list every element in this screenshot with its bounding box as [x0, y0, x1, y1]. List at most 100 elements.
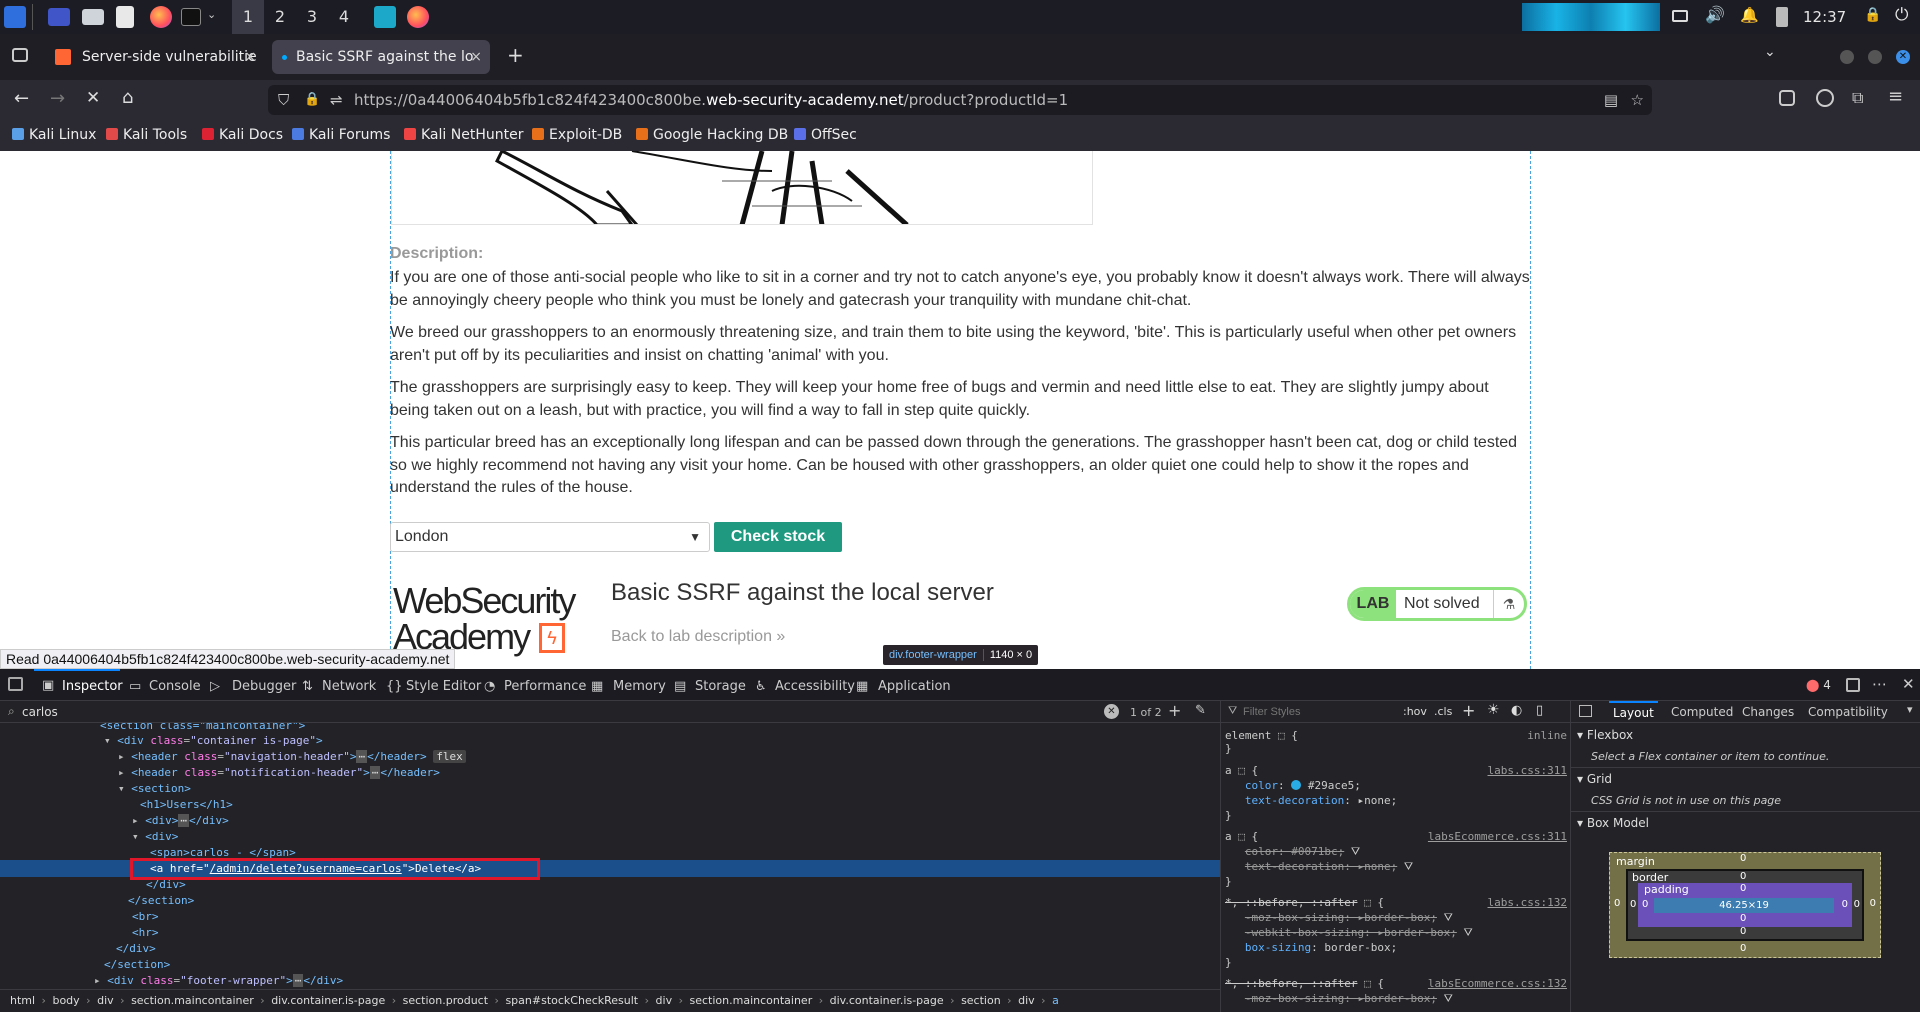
new-tab-icon[interactable]: +	[507, 43, 524, 67]
notification-bell-icon[interactable]: 🔔	[1740, 6, 1759, 24]
tree-line[interactable]: ▾ <section>	[118, 782, 191, 795]
tab-accessibility[interactable]: Accessibility	[775, 679, 855, 694]
rule-source[interactable]: inline	[1527, 729, 1567, 742]
forward-arrow-icon[interactable]: →	[50, 88, 65, 109]
light-theme-icon[interactable]: ☀	[1487, 702, 1500, 718]
tree-line[interactable]: </div>	[116, 942, 156, 955]
filter-icon[interactable]: ⛛	[1351, 845, 1360, 858]
home-icon[interactable]: ⌂	[122, 87, 133, 108]
breadcrumb-item[interactable]: section.product	[403, 994, 488, 1007]
tree-line[interactable]: <section class="maincontainer">	[100, 723, 305, 732]
list-all-tabs-icon[interactable]: ⌄	[1764, 44, 1776, 60]
back-to-lab-link[interactable]: Back to lab description »	[611, 628, 785, 646]
margin-top-value[interactable]: 0	[1740, 853, 1746, 864]
rule-a-labsecommerce[interactable]: a ⬚ {labsEcommerce.css:311 color: #0071b…	[1225, 829, 1567, 889]
delete-href[interactable]: /admin/delete?username=carlos	[210, 862, 402, 875]
stop-loading-icon[interactable]: ✕	[86, 88, 100, 108]
permissions-icon[interactable]: ⇌	[330, 85, 343, 115]
pocket-icon[interactable]	[1779, 90, 1795, 106]
maximize-button[interactable]	[1868, 50, 1882, 64]
border-left-value[interactable]: 0	[1630, 899, 1636, 910]
chevron-down-icon[interactable]: ▾	[1907, 703, 1913, 716]
url-text[interactable]: https://0a44006404b5fb1c824f423400c800be…	[354, 85, 1068, 115]
minimize-button[interactable]	[1840, 50, 1854, 64]
check-stock-button[interactable]: Check stock	[714, 522, 842, 552]
margin-bottom-value[interactable]: 0	[1740, 943, 1746, 954]
rule-element[interactable]: element ⬚ {inline}	[1225, 729, 1567, 755]
rule-universal-labsecommerce[interactable]: *, ::before, ::after ⬚ {labsEcommerce.cs…	[1225, 976, 1567, 1006]
kali-menu-icon[interactable]	[4, 6, 26, 28]
tree-line[interactable]: <hr>	[132, 926, 159, 939]
css-value[interactable]: none	[1364, 794, 1391, 807]
tab-style-editor[interactable]: Style Editor	[406, 679, 481, 694]
sidebar-toggle-icon[interactable]	[1579, 705, 1592, 717]
css-property[interactable]: -moz-box-sizing	[1245, 911, 1344, 924]
tree-line[interactable]: </section>	[128, 894, 194, 907]
dock-side-icon[interactable]	[1846, 678, 1860, 692]
padding-right-value[interactable]: 0	[1842, 899, 1848, 910]
bookmark-google-hacking-db[interactable]: Google Hacking DB	[636, 127, 788, 143]
tree-line[interactable]: ▸ <header class="navigation-header"> ⋯ </h…	[118, 750, 466, 763]
rule-universal-labs[interactable]: *, ::before, ::after ⬚ {labs.css:132 -mo…	[1225, 895, 1567, 970]
workspace-3[interactable]: 3	[296, 0, 328, 34]
workspace-2[interactable]: 2	[264, 0, 296, 34]
desktop-icon[interactable]	[48, 8, 70, 26]
filter-icon[interactable]: ⛛	[1444, 911, 1453, 924]
padlock-icon[interactable]: 🔒	[304, 85, 320, 115]
firefox-window-icon[interactable]	[407, 6, 429, 28]
breadcrumb-item[interactable]: span#stockCheckResult	[505, 994, 638, 1007]
tab-server-side-vulnerabilities[interactable]: Server-side vulnerabilitie ×	[46, 40, 264, 74]
padding-top-value[interactable]: 0	[1740, 883, 1746, 894]
more-options-icon[interactable]: ⋯	[1872, 675, 1887, 693]
add-node-icon[interactable]: +	[1168, 701, 1181, 720]
rule-source[interactable]: labs.css:132	[1488, 895, 1567, 910]
tree-line[interactable]: <br>	[132, 910, 159, 923]
rule-source[interactable]: labs.css:311	[1488, 763, 1567, 778]
box-model-border[interactable]: border 0 0 0 0 padding 0 0 0 0 46.25×19	[1626, 869, 1864, 941]
close-devtools-icon[interactable]: ✕	[1902, 675, 1915, 693]
text-editor-icon[interactable]	[116, 6, 134, 28]
tree-line[interactable]: </div>	[146, 878, 186, 891]
tree-line[interactable]: <h1>Users</h1>	[140, 798, 233, 811]
breadcrumb-item[interactable]: a	[1052, 994, 1059, 1007]
css-value[interactable]: #0071bc	[1291, 845, 1337, 858]
box-model-margin[interactable]: margin 0 0 0 0 border 0 0 0 0 padding 0 …	[1609, 852, 1881, 958]
breadcrumb-item[interactable]: div	[97, 994, 114, 1007]
padding-left-value[interactable]: 0	[1642, 899, 1648, 910]
lock-icon[interactable]: 🔒	[1864, 7, 1881, 23]
tree-line[interactable]: ▸ <div class="footer-wrapper"> ⋯ </div>	[94, 974, 343, 987]
url-bar[interactable]: ⛉ 🔒 ⇌ https://0a44006404b5fb1c824f423400…	[268, 85, 1652, 115]
breadcrumb-item[interactable]: section.maincontainer	[690, 994, 813, 1007]
error-count-badge[interactable]: ⬤ 4	[1806, 678, 1831, 692]
bookmark-kali-docs[interactable]: Kali Docs	[202, 127, 283, 143]
css-property[interactable]: text-decoration	[1245, 860, 1344, 873]
burp-suite-icon[interactable]	[374, 6, 396, 28]
bookmark-kali-tools[interactable]: Kali Tools	[106, 127, 187, 143]
margin-right-value[interactable]: 0	[1870, 898, 1876, 909]
boxmodel-section-header[interactable]: ▾ Box Model	[1577, 816, 1649, 830]
grid-section-header[interactable]: ▾ Grid	[1577, 772, 1612, 786]
css-property[interactable]: box-sizing	[1245, 941, 1311, 954]
css-value[interactable]: border-box	[1384, 926, 1450, 939]
tab-compatibility[interactable]: Compatibility	[1808, 705, 1888, 719]
border-top-value[interactable]: 0	[1740, 871, 1746, 882]
breadcrumb-item[interactable]: section	[961, 994, 1001, 1007]
tab-layout[interactable]: Layout	[1609, 701, 1658, 723]
css-value[interactable]: none	[1364, 860, 1391, 873]
file-manager-icon[interactable]	[82, 9, 104, 25]
box-model-content[interactable]: 46.25×19	[1654, 898, 1834, 913]
breadcrumb-item[interactable]: body	[52, 994, 79, 1007]
shield-icon[interactable]: ⛉	[278, 85, 289, 115]
filter-icon[interactable]: ⛛	[1444, 992, 1453, 1005]
css-property[interactable]: color	[1245, 779, 1278, 792]
css-value[interactable]: border-box	[1364, 992, 1430, 1005]
border-right-value[interactable]: 0	[1854, 899, 1860, 910]
account-icon[interactable]	[1816, 89, 1834, 107]
tab-debugger[interactable]: Debugger	[232, 679, 296, 694]
tab-console[interactable]: Console	[149, 679, 201, 694]
volume-icon[interactable]: 🔊	[1705, 5, 1725, 24]
css-property[interactable]: -moz-box-sizing	[1245, 992, 1344, 1005]
back-arrow-icon[interactable]: ←	[14, 88, 29, 109]
filter-icon[interactable]: ⛛	[1404, 860, 1413, 873]
breadcrumb-item[interactable]: div.container.is-page	[271, 994, 385, 1007]
